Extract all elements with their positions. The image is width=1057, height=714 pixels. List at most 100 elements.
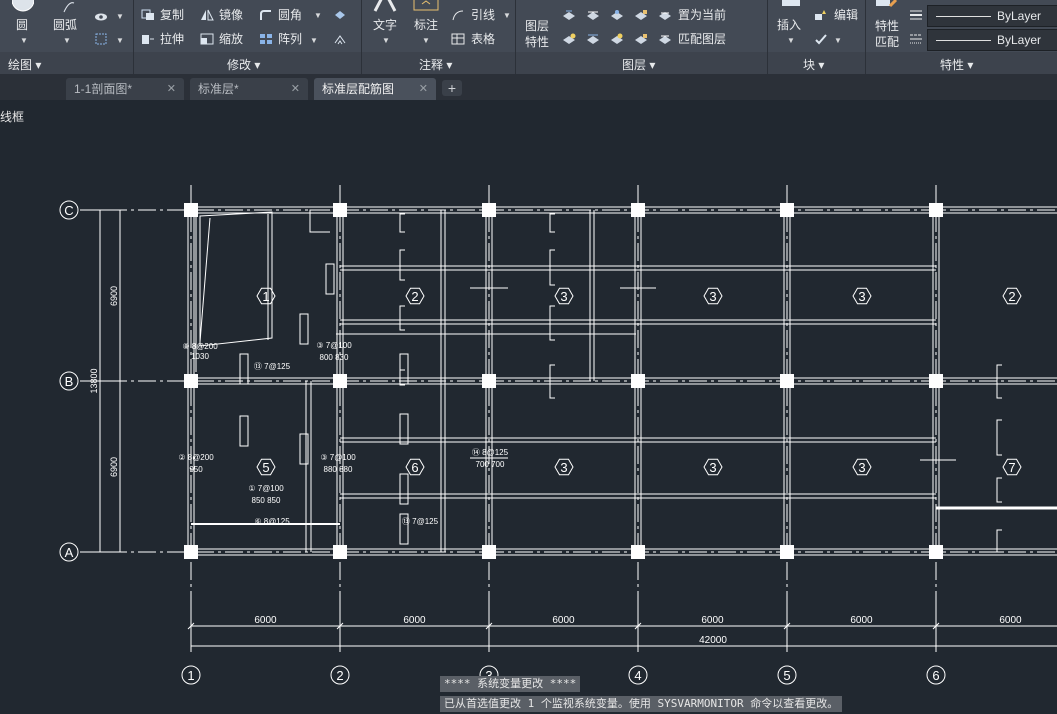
- close-icon[interactable]: ✕: [291, 78, 300, 100]
- draw-panel-title[interactable]: 绘图 ▾: [8, 56, 41, 73]
- annotation-panel-title[interactable]: 注释 ▾: [419, 56, 452, 73]
- match-properties-button[interactable]: 特性 匹配: [875, 18, 899, 50]
- vertical-rebar-tag: [399, 473, 409, 505]
- set-current-button[interactable]: 置为当前: [678, 8, 726, 22]
- close-icon[interactable]: ✕: [167, 78, 176, 100]
- match-properties-icon[interactable]: [874, 0, 898, 12]
- color-dropdown[interactable]: ByLayer: [927, 5, 1057, 27]
- match-layer-button[interactable]: 匹配图层: [678, 32, 726, 46]
- bay-dimension-text: 6000: [999, 615, 1022, 626]
- linetype-dropdown[interactable]: ByLayer: [927, 29, 1057, 51]
- vertical-rebar-tag: [399, 413, 409, 445]
- chevron-down-icon[interactable]: ▼: [422, 36, 430, 45]
- properties-panel-title[interactable]: 特性 ▾: [940, 56, 973, 73]
- chevron-down-icon[interactable]: ▼: [834, 36, 842, 45]
- slab-number-label: 3: [709, 289, 716, 304]
- layers-panel-title[interactable]: 图层 ▾: [622, 56, 655, 73]
- layer-properties-button[interactable]: 图层 特性: [525, 18, 549, 50]
- arc-icon[interactable]: [62, 0, 76, 13]
- copy-button[interactable]: 复制: [160, 8, 184, 22]
- fillet-button[interactable]: 圆角: [278, 8, 302, 22]
- scale-icon[interactable]: [200, 32, 214, 45]
- chevron-down-icon[interactable]: ▼: [116, 12, 124, 21]
- axis-label-col-4: 4: [634, 668, 641, 683]
- fillet-icon[interactable]: [259, 8, 273, 20]
- drawing-canvas[interactable]: CBA1234566000600060006000600060004200069…: [0, 100, 1057, 714]
- table-icon[interactable]: [451, 32, 465, 45]
- rebar-note-text: 850 850: [252, 496, 281, 505]
- chevron-down-icon[interactable]: ▼: [63, 36, 71, 45]
- block-panel-title[interactable]: 块 ▾: [803, 56, 824, 73]
- axis-label-col-6: 6: [932, 668, 939, 683]
- chevron-down-icon[interactable]: ▼: [314, 11, 322, 20]
- ribbon-panel-title-bar: [0, 52, 1057, 74]
- block-attribute-icon[interactable]: [814, 32, 828, 45]
- layer-properties-label-2: 特性: [525, 35, 550, 49]
- offset-icon[interactable]: [333, 32, 347, 45]
- mirror-icon[interactable]: [200, 8, 214, 21]
- layer-off-icon[interactable]: [562, 8, 576, 20]
- circle-button[interactable]: 圆: [16, 18, 28, 32]
- chevron-down-icon[interactable]: ▼: [116, 36, 124, 45]
- layer-lock-icon[interactable]: [634, 8, 648, 20]
- column-square: [333, 545, 347, 559]
- table-button[interactable]: 表格: [471, 32, 495, 46]
- rebar-note-text: ① 7@100: [248, 484, 284, 493]
- stretch-icon[interactable]: [141, 32, 155, 44]
- text-icon[interactable]: [373, 0, 397, 12]
- arc-button[interactable]: 圆弧: [53, 18, 77, 32]
- tab-section-1-1[interactable]: 1-1剖面图* ✕: [66, 78, 184, 100]
- circle-icon[interactable]: [11, 0, 35, 14]
- layer-isolate-icon[interactable]: [586, 8, 600, 20]
- chevron-down-icon[interactable]: ▼: [382, 36, 390, 45]
- edit-block-button[interactable]: 编辑: [834, 8, 858, 22]
- set-current-icon[interactable]: [658, 8, 672, 20]
- modify-panel-title[interactable]: 修改 ▾: [227, 56, 260, 73]
- rebar-hook: [399, 249, 405, 281]
- leader-icon[interactable]: [451, 8, 465, 21]
- copy-icon[interactable]: [141, 8, 155, 20]
- column-square: [631, 203, 645, 217]
- close-icon[interactable]: ✕: [419, 78, 428, 100]
- chevron-down-icon[interactable]: ▼: [503, 11, 511, 20]
- create-block-icon[interactable]: [814, 8, 828, 20]
- scale-button[interactable]: 缩放: [219, 32, 243, 46]
- region-icon[interactable]: [94, 32, 108, 45]
- bay-dimension-text: 6000: [850, 615, 873, 626]
- dimension-button[interactable]: 标注: [414, 18, 438, 32]
- chevron-down-icon[interactable]: ▼: [20, 36, 28, 45]
- tab-standard-floor-reinforcement[interactable]: 标准层配筋图 ✕: [314, 78, 436, 100]
- stretch-button[interactable]: 拉伸: [160, 32, 184, 46]
- stair-opening-outline: [199, 211, 273, 347]
- tab-label: 标准层*: [198, 82, 239, 96]
- axis-label-col-5: 5: [783, 668, 790, 683]
- layer-unlock-icon[interactable]: [634, 32, 648, 44]
- insert-button[interactable]: 插入: [777, 18, 801, 32]
- vertical-rebar-tag: [239, 415, 249, 447]
- layer-on-icon[interactable]: [562, 32, 576, 44]
- leader-button[interactable]: 引线: [471, 8, 495, 22]
- match-layer-icon[interactable]: [658, 32, 672, 44]
- dimension-icon[interactable]: [412, 0, 440, 12]
- column-square: [482, 203, 496, 217]
- slab-number-label: 6: [411, 460, 418, 475]
- rebar-hook: [996, 419, 1002, 456]
- eye-icon[interactable]: [94, 10, 108, 22]
- layer-freeze-icon[interactable]: [610, 8, 624, 20]
- layer-walk-icon[interactable]: [586, 32, 600, 44]
- layer-thaw-icon[interactable]: [610, 32, 624, 44]
- chevron-down-icon[interactable]: ▼: [310, 36, 318, 45]
- text-button[interactable]: 文字: [373, 18, 397, 32]
- array-button[interactable]: 阵列: [278, 32, 302, 46]
- color-dropdown-value: ByLayer: [997, 9, 1042, 23]
- tab-standard-floor[interactable]: 标准层* ✕: [190, 78, 308, 100]
- rebar-note-text: ③ 7@100: [316, 341, 352, 350]
- insert-block-icon[interactable]: [780, 0, 804, 12]
- array-icon[interactable]: [259, 32, 273, 44]
- mirror-button[interactable]: 镜像: [219, 8, 243, 22]
- total-row-dimension-text: 13800: [89, 368, 99, 393]
- chevron-down-icon[interactable]: ▼: [787, 36, 795, 45]
- new-tab-button[interactable]: +: [442, 80, 462, 96]
- visual-style-label[interactable]: 线框: [0, 108, 24, 125]
- explode-icon[interactable]: [333, 8, 347, 20]
